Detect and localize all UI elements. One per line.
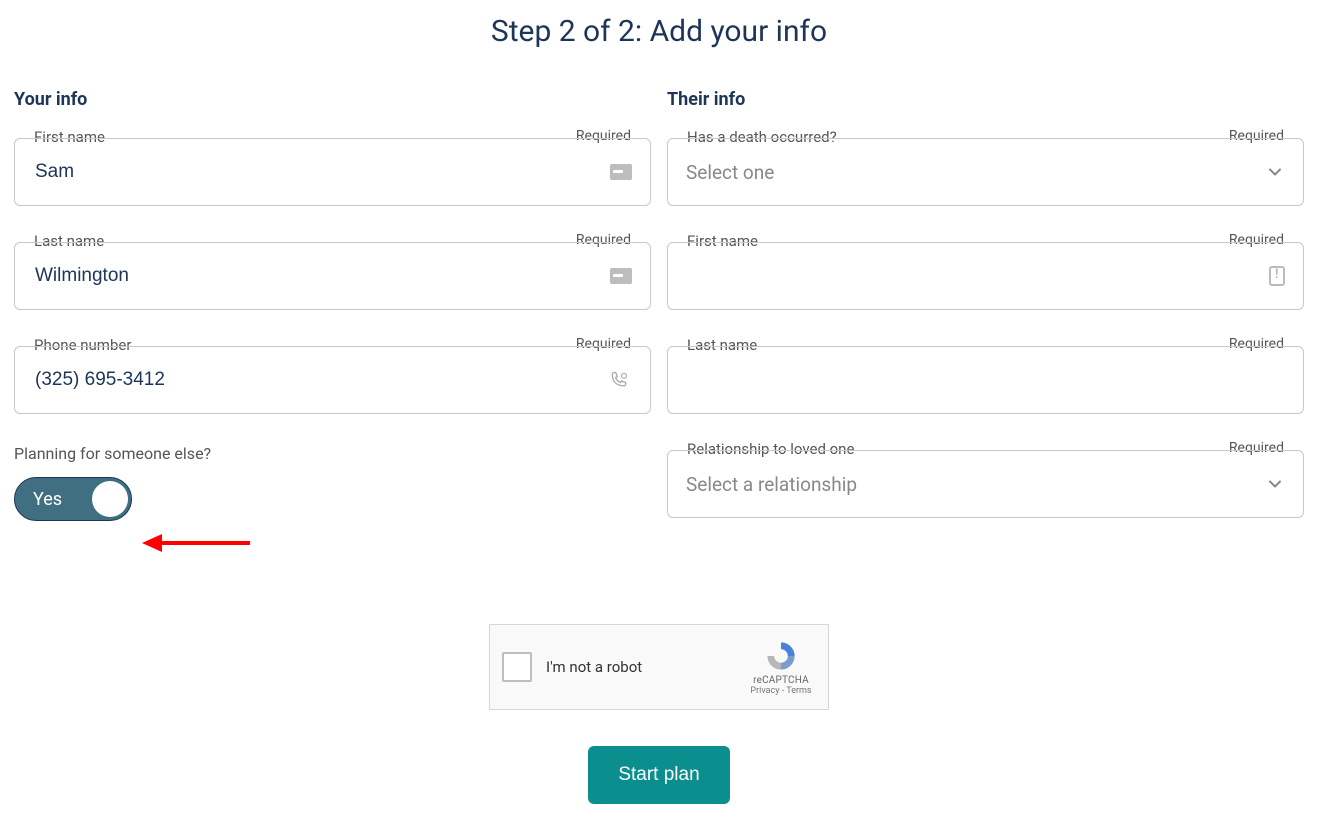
toggle-knob (92, 481, 128, 517)
phone-input[interactable] (33, 368, 598, 392)
first-name-input[interactable] (33, 160, 602, 184)
relationship-select[interactable]: Select a relationship (667, 450, 1304, 518)
start-plan-button[interactable]: Start plan (588, 746, 729, 804)
contact-card-icon (1269, 266, 1285, 286)
last-name-input[interactable] (33, 264, 602, 288)
relationship-placeholder: Select a relationship (686, 473, 1265, 496)
chevron-down-icon (1265, 474, 1285, 494)
chevron-down-icon (1265, 162, 1285, 182)
death-placeholder: Select one (686, 161, 1265, 184)
recaptcha-links[interactable]: Privacy - Terms (746, 686, 816, 696)
your-info-heading: Your info (14, 89, 651, 110)
autofill-icon (610, 164, 632, 180)
toggle-label: Yes (33, 489, 62, 510)
death-select[interactable]: Select one (667, 138, 1304, 206)
their-first-name-field: First name Required (667, 242, 1304, 310)
first-name-field: First name Required (14, 138, 651, 206)
death-field: Has a death occurred? Required Select on… (667, 138, 1304, 206)
recaptcha-checkbox[interactable] (502, 652, 532, 682)
relationship-field: Relationship to loved one Required Selec… (667, 450, 1304, 518)
autofill-icon (610, 268, 632, 284)
their-last-name-field: Last name Required (667, 346, 1304, 414)
their-info-column: Their info Has a death occurred? Require… (667, 89, 1304, 554)
page-title: Step 2 of 2: Add your info (0, 14, 1318, 49)
recaptcha-icon (764, 639, 798, 673)
their-first-name-input[interactable] (686, 264, 1261, 288)
recaptcha-text: I'm not a robot (546, 658, 746, 676)
last-name-field: Last name Required (14, 242, 651, 310)
their-info-heading: Their info (667, 89, 1304, 110)
their-last-name-input[interactable] (686, 368, 1285, 392)
recaptcha-widget: I'm not a robot reCAPTCHA Privacy - Term… (489, 624, 829, 710)
your-info-column: Your info First name Required Last name … (14, 89, 651, 554)
planning-toggle[interactable]: Yes (14, 477, 132, 521)
phone-icon (606, 370, 632, 390)
planning-question: Planning for someone else? (14, 444, 651, 463)
phone-field: Phone number Required (14, 346, 651, 414)
recaptcha-brand: reCAPTCHA (746, 675, 816, 686)
